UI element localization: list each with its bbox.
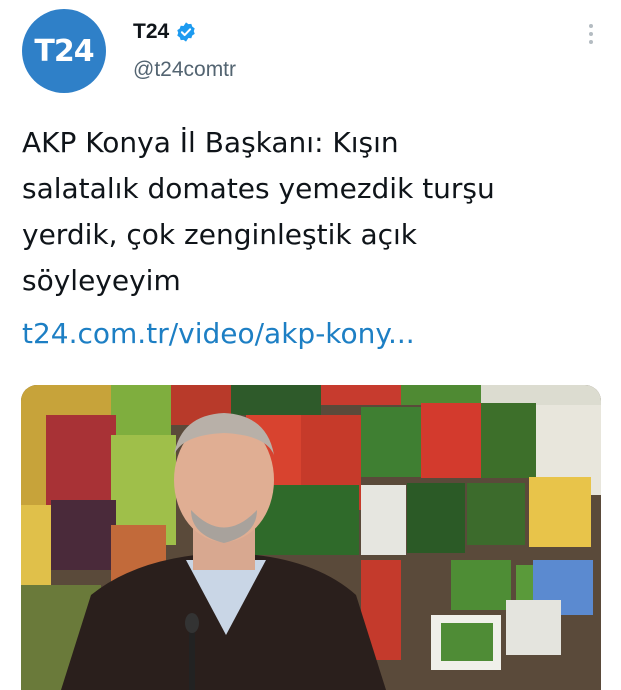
tweet-text-line: salatalık domates yemezdik turşu [22,172,495,205]
tweet-text-line: AKP Konya İl Başkanı: Kışın [22,126,399,159]
video-image [21,385,601,690]
avatar[interactable]: T24 [22,9,106,93]
more-options-icon[interactable] [589,24,593,44]
verified-badge-icon [177,22,195,42]
tweet-link[interactable]: t24.com.tr/video/akp-kony... [22,311,415,357]
tweet-text: AKP Konya İl Başkanı: Kışın salatalık do… [22,120,582,304]
tweet-text-line: yerdik, çok zenginleştik açık [22,218,418,251]
tweet-text-line: söyleyeyim [22,264,181,297]
video-thumbnail[interactable] [21,385,601,690]
user-handle[interactable]: @t24comtr [133,58,236,82]
avatar-logo-text: T24 [34,33,94,69]
display-name[interactable]: T24 [133,20,169,44]
tweet: T24 T24 @t24comtr AKP Konya İl Başkanı: … [0,0,621,690]
author-name-row: T24 [133,20,197,44]
